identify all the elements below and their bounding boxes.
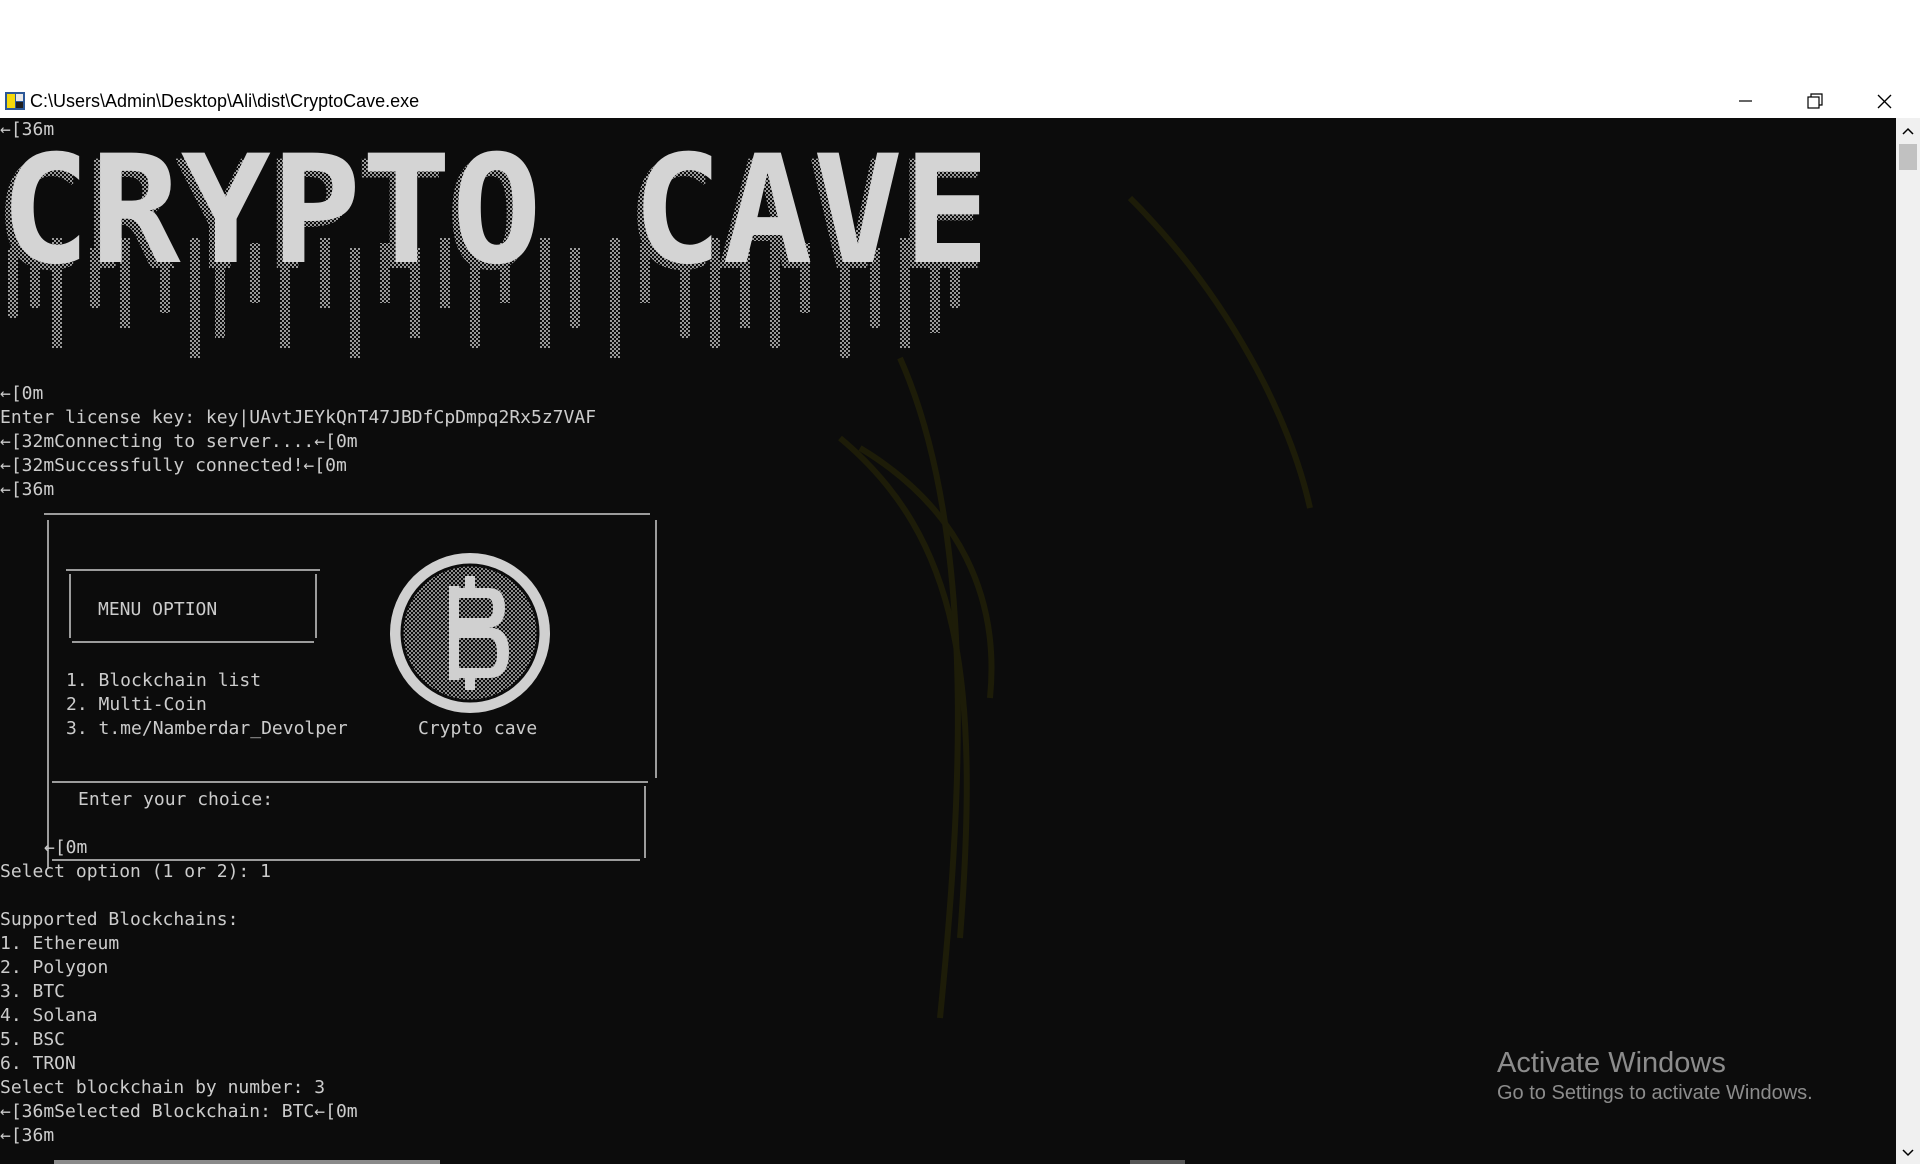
last-ansi-prefix: ←[36m <box>0 1125 55 1146</box>
vertical-scrollbar[interactable] <box>1896 118 1920 1164</box>
desktop-background-strip <box>0 0 1920 84</box>
status-connecting: ←[32mConnecting to server....←[0m <box>0 431 358 452</box>
license-key-prompt: Enter license key: key|UAvtJEYkQnT47JBDf… <box>0 407 597 428</box>
choice-prompt: Enter your choice: <box>78 789 274 810</box>
ansi-suffix: ←[0m <box>0 383 44 404</box>
close-icon <box>1877 94 1892 109</box>
menu-item-telegram: 3. t.me/Namberdar_Devolper <box>66 718 348 739</box>
menu-ansi-suffix: ←[0m <box>44 837 88 858</box>
selected-blockchain: ←[36mSelected Blockchain: BTC←[0m <box>0 1101 358 1122</box>
blockchain-item: 5. BSC <box>0 1029 66 1050</box>
restore-icon <box>1807 93 1823 109</box>
watermark-subtitle: Go to Settings to activate Windows. <box>1497 1082 1813 1104</box>
crypto-cave-banner: CRYPTO CAVE CRYPTO CAVE <box>0 138 980 358</box>
app-icon <box>5 92 25 110</box>
blockchain-item: 3. BTC <box>0 981 66 1002</box>
bitcoin-icon <box>390 553 550 713</box>
status-connected: ←[32mSuccessfully connected!←[0m <box>0 455 347 476</box>
scroll-down-icon[interactable] <box>1896 1142 1920 1164</box>
menu-item-blockchain-list: 1. Blockchain list <box>66 670 262 691</box>
watermark-title: Activate Windows <box>1497 1047 1726 1079</box>
blockchain-item: 6. TRON <box>0 1053 76 1074</box>
blockchain-item: 1. Ethereum <box>0 933 120 954</box>
console-output[interactable]: ←[36m CRYPTO CAVE CRYPTO CAVE ←[0m Enter… <box>0 118 1896 1164</box>
select-blockchain-prompt: Select blockchain by number: 3 <box>0 1077 326 1098</box>
scroll-thumb[interactable] <box>1899 144 1917 170</box>
close-button[interactable] <box>1850 84 1920 118</box>
horizontal-scroll-marker <box>1130 1160 1185 1164</box>
blockchain-item: 2. Polygon <box>0 957 109 978</box>
menu-item-multi-coin: 2. Multi-Coin <box>66 694 207 715</box>
restore-button[interactable] <box>1780 84 1850 118</box>
activate-windows-watermark: Activate Windows Go to Settings to activ… <box>1497 1047 1813 1105</box>
blockchain-item: 4. Solana <box>0 1005 98 1026</box>
menu-title: MENU OPTION <box>98 599 218 620</box>
logo-caption: Crypto cave <box>418 718 538 739</box>
window-title: C:\Users\Admin\Desktop\Ali\dist\CryptoCa… <box>30 91 420 111</box>
scroll-up-icon[interactable] <box>1896 120 1920 142</box>
supported-header: Supported Blockchains: <box>0 909 239 930</box>
minimize-button[interactable] <box>1710 84 1780 118</box>
banner-logo-text: CRYPTO CAVE <box>0 138 980 298</box>
option-prompt: Select option (1 or 2): 1 <box>0 861 271 882</box>
horizontal-scroll-thumb[interactable] <box>54 1160 440 1164</box>
menu-ansi-prefix: ←[36m <box>0 479 55 500</box>
